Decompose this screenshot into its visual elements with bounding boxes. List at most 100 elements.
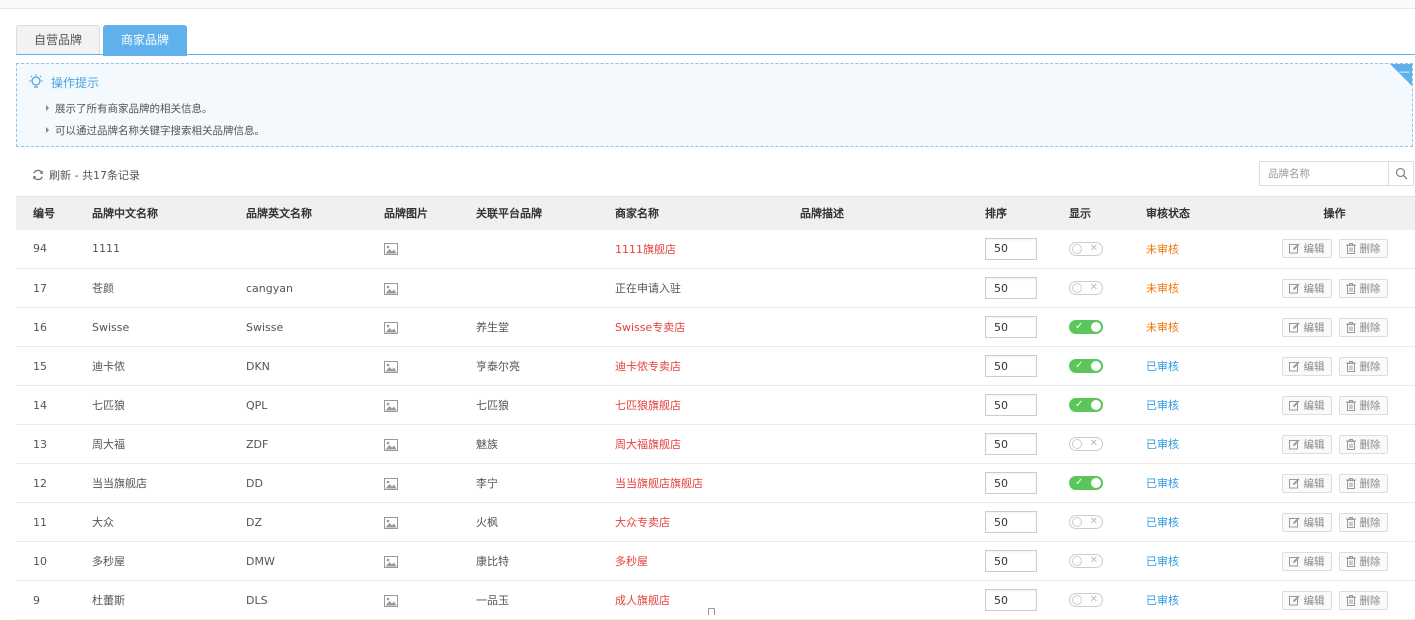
delete-button[interactable]: 删除 (1338, 239, 1388, 259)
minus-icon[interactable]: — (1399, 66, 1410, 78)
show-toggle[interactable]: ✕ (1069, 554, 1103, 568)
edit-button[interactable]: 编辑 (1281, 551, 1332, 571)
delete-button[interactable]: 删除 (1338, 317, 1388, 337)
cell-show: ✕ (1069, 542, 1146, 581)
toggle-knob (1072, 595, 1082, 605)
cell-show: ✓ (1069, 386, 1146, 425)
delete-button[interactable]: 删除 (1338, 473, 1388, 493)
sort-input[interactable] (985, 472, 1037, 494)
cell-shop-name[interactable]: 1111旗舰店 (615, 230, 800, 269)
delete-button[interactable]: 删除 (1338, 512, 1388, 532)
show-toggle[interactable]: ✕ (1069, 281, 1103, 295)
cell-en-name: DD (246, 476, 263, 490)
show-toggle[interactable]: ✓ (1069, 398, 1103, 412)
cell-en-name: ZDF (246, 437, 269, 451)
edit-button[interactable]: 编辑 (1281, 278, 1332, 298)
refresh-button[interactable]: 刷新 - 共17条记录 (32, 167, 140, 183)
tab-self-brands[interactable]: 自营品牌 (16, 25, 101, 55)
edit-icon (1288, 243, 1299, 254)
cell-cn-name: 大众 (92, 516, 114, 529)
brand-name-search-input[interactable] (1260, 162, 1388, 185)
image-icon[interactable] (384, 477, 398, 490)
operation-tips-panel: — 操作提示 展示了所有商家品牌的相关信息。 可以通过品牌名称关键字搜索相关品牌… (16, 63, 1413, 147)
sort-input[interactable] (985, 511, 1037, 533)
show-toggle[interactable]: ✓ (1069, 476, 1103, 490)
sort-input[interactable] (985, 394, 1037, 416)
show-toggle[interactable]: ✕ (1069, 515, 1103, 529)
header-en-name[interactable]: 品牌英文名称 (246, 197, 384, 230)
edit-button[interactable]: 编辑 (1281, 590, 1332, 610)
cell-cn-name: 杜蕾斯 (92, 594, 125, 607)
show-toggle[interactable]: ✕ (1069, 593, 1103, 607)
header-id[interactable]: 编号 (16, 197, 92, 230)
image-icon[interactable] (384, 516, 398, 529)
sort-input[interactable] (985, 355, 1037, 377)
sort-input[interactable] (985, 237, 1037, 260)
cross-icon: ✕ (1089, 242, 1098, 254)
delete-button[interactable]: 删除 (1338, 434, 1388, 454)
cell-cn-name: 苍颜 (92, 282, 114, 295)
image-icon[interactable] (384, 360, 398, 373)
delete-button[interactable]: 删除 (1338, 278, 1388, 298)
edit-button[interactable]: 编辑 (1281, 356, 1332, 376)
sort-input[interactable] (985, 433, 1037, 455)
search-button[interactable] (1388, 162, 1413, 185)
cell-actions: 编辑 删除 (1254, 464, 1415, 503)
image-icon[interactable] (384, 243, 398, 256)
cell-shop-name[interactable]: 多秒屋 (615, 542, 800, 581)
image-icon[interactable] (384, 399, 398, 412)
cell-en-name: cangyan (246, 281, 293, 295)
delete-button[interactable]: 删除 (1338, 395, 1388, 415)
cell-platform-brand: 火枫 (476, 516, 498, 529)
edit-button[interactable]: 编辑 (1281, 239, 1332, 259)
cell-shop-name[interactable]: 迪卡侬专卖店 (615, 347, 800, 386)
edit-label: 编辑 (1303, 477, 1325, 490)
image-icon[interactable] (384, 282, 398, 295)
edit-button[interactable]: 编辑 (1281, 317, 1332, 337)
toggle-knob (1091, 361, 1101, 371)
edit-label: 编辑 (1303, 360, 1325, 373)
header-cn-name[interactable]: 品牌中文名称 (92, 197, 246, 230)
image-icon[interactable] (384, 555, 398, 568)
table-row: 12 当当旗舰店 DD 李宁 当当旗舰店旗舰店 ✓ 已审核 编辑 删除 (16, 464, 1415, 503)
cell-shop-name[interactable]: Swisse专卖店 (615, 308, 800, 347)
image-icon[interactable] (384, 321, 398, 334)
image-icon[interactable] (384, 594, 398, 607)
header-description: 品牌描述 (800, 207, 844, 221)
sort-input[interactable] (985, 316, 1037, 338)
show-toggle[interactable]: ✓ (1069, 359, 1103, 373)
trash-icon (1345, 594, 1356, 606)
cell-shop-name[interactable]: 七匹狼旗舰店 (615, 386, 800, 425)
show-toggle[interactable]: ✓ (1069, 320, 1103, 334)
delete-button[interactable]: 删除 (1338, 551, 1388, 571)
cell-shop-name[interactable]: 当当旗舰店旗舰店 (615, 464, 800, 503)
cell-status: 已审核 (1146, 399, 1179, 412)
show-toggle[interactable]: ✕ (1069, 241, 1103, 256)
tab-merchant-brands[interactable]: 商家品牌 (103, 25, 188, 56)
sort-input[interactable] (985, 550, 1037, 572)
delete-button[interactable]: 删除 (1338, 590, 1388, 610)
collapse-corner[interactable]: — (1390, 64, 1412, 86)
cell-en-name: DZ (246, 515, 263, 529)
cell-shop-name[interactable]: 大众专卖店 (615, 503, 800, 542)
cell-image (384, 308, 476, 347)
cell-shop-name[interactable]: 周大福旗舰店 (615, 425, 800, 464)
sort-input[interactable] (985, 589, 1037, 611)
header-sort[interactable]: 排序 (985, 197, 1069, 230)
cell-image (384, 503, 476, 542)
resize-handle[interactable] (708, 608, 715, 615)
table-row: 10 多秒屋 DMW 康比特 多秒屋 ✕ 已审核 编辑 删除 (16, 542, 1415, 581)
cell-platform-brand: 李宁 (476, 477, 498, 490)
cell-sort (985, 308, 1069, 347)
sort-input[interactable] (985, 277, 1037, 299)
edit-button[interactable]: 编辑 (1281, 473, 1332, 493)
show-toggle[interactable]: ✕ (1069, 437, 1103, 451)
cell-cn-name: 周大福 (92, 438, 125, 451)
edit-icon (1288, 283, 1299, 293)
edit-button[interactable]: 编辑 (1281, 395, 1332, 415)
edit-button[interactable]: 编辑 (1281, 434, 1332, 454)
image-icon[interactable] (384, 438, 398, 451)
edit-button[interactable]: 编辑 (1281, 512, 1332, 532)
toggle-knob (1091, 478, 1101, 488)
delete-button[interactable]: 删除 (1338, 356, 1388, 376)
